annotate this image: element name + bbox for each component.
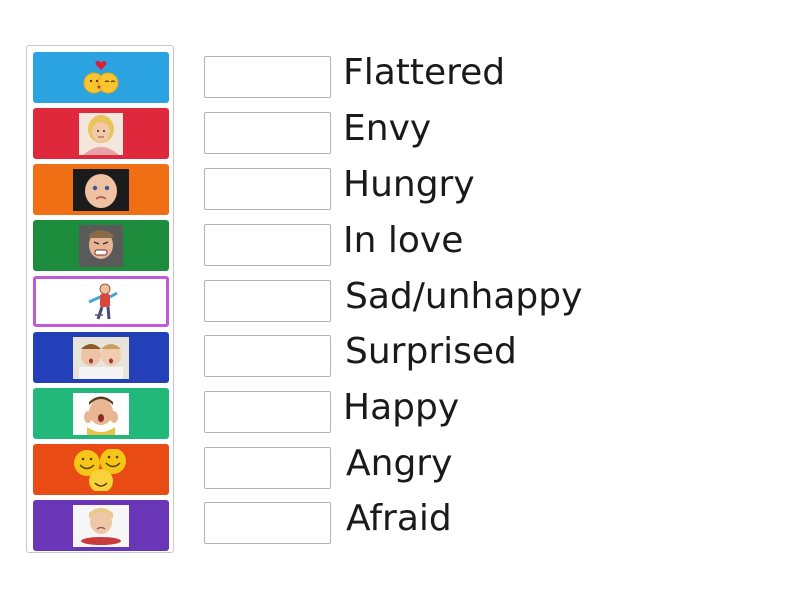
answer-slot[interactable]	[204, 391, 331, 433]
answer-slot[interactable]	[204, 112, 331, 154]
answer-slot[interactable]	[204, 335, 331, 377]
happy-smileys-icon	[74, 448, 126, 491]
answer-label: Afraid	[346, 498, 452, 539]
answer-label: Hungry	[343, 164, 475, 205]
answer-label: Happy	[343, 387, 460, 428]
answer-slot[interactable]	[204, 502, 331, 544]
answer-slot[interactable]	[204, 224, 331, 266]
sad-girl-photo-icon	[73, 504, 129, 547]
hungry-baby-photo-icon	[73, 168, 129, 211]
kissing-emoji-icon	[83, 60, 119, 93]
afraid-cartoon-man-icon	[88, 283, 118, 319]
flattered-boy-photo-icon	[73, 392, 129, 435]
angry-boy-photo-icon	[79, 224, 123, 267]
answer-label: Sad/unhappy	[345, 276, 583, 317]
draggable-tile[interactable]	[33, 52, 169, 103]
draggable-tile[interactable]	[33, 108, 169, 159]
answer-slot[interactable]	[204, 56, 331, 98]
draggable-tile[interactable]	[33, 500, 169, 551]
answer-label: Angry	[346, 443, 453, 484]
draggable-tile[interactable]	[33, 388, 169, 439]
draggable-tile[interactable]	[33, 332, 169, 383]
matching-activity: Flattered Envy Hungry In love Sad/unhapp…	[0, 0, 800, 600]
draggable-tile[interactable]	[33, 164, 169, 215]
answer-label: In love	[343, 220, 464, 261]
answer-label: Flattered	[343, 52, 506, 93]
answer-slot[interactable]	[204, 280, 331, 322]
answer-label: Envy	[343, 108, 432, 149]
answer-slot[interactable]	[204, 447, 331, 489]
draggable-tile[interactable]	[33, 444, 169, 495]
answer-label: Surprised	[345, 331, 517, 372]
draggable-tile[interactable]	[33, 276, 169, 327]
tile-bank	[26, 45, 174, 553]
answer-slot[interactable]	[204, 168, 331, 210]
draggable-tile[interactable]	[33, 220, 169, 271]
surprised-kids-photo-icon	[73, 336, 129, 379]
envy-girl-photo-icon	[79, 112, 123, 155]
